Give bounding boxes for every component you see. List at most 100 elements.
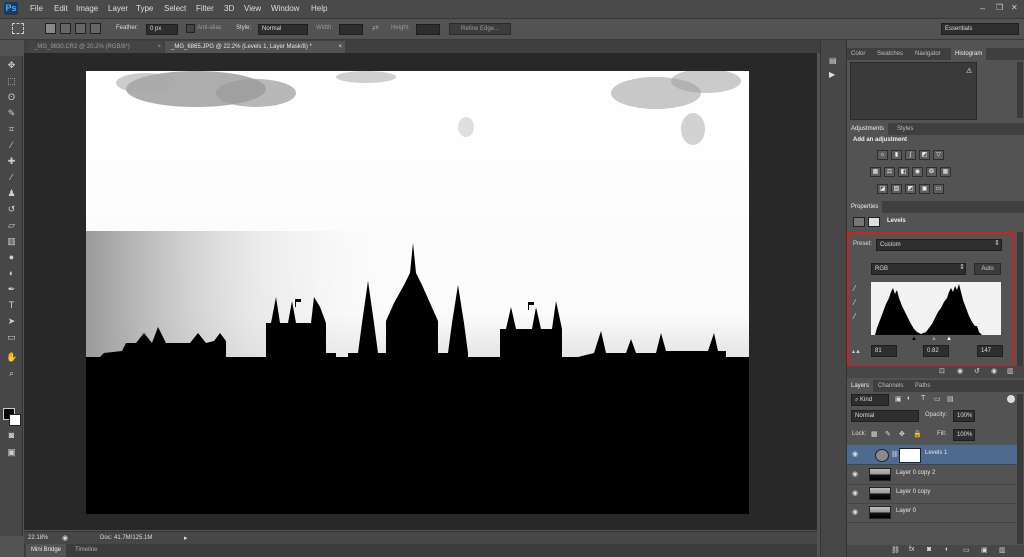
photo-filter-icon[interactable]: ◉ — [912, 167, 923, 177]
path-select-tool-icon[interactable]: ➤ — [6, 316, 17, 327]
selective-color-icon[interactable]: ▣ — [919, 184, 930, 194]
quick-select-tool-icon[interactable]: ✎ — [6, 108, 17, 119]
layers-scrollbar[interactable] — [1017, 394, 1023, 544]
filter-type-icon[interactable]: T — [921, 395, 925, 402]
menu-view[interactable]: View — [244, 4, 261, 13]
black-input-slider-icon[interactable]: ▲ — [911, 336, 917, 342]
tab-adjustments[interactable]: Adjustments — [847, 123, 889, 135]
lock-all-icon[interactable]: 🔒 — [913, 430, 922, 438]
tab-close-icon[interactable]: × — [338, 41, 342, 53]
layer-row-levels-1[interactable]: ◉ ⛓ Levels 1 — [847, 445, 1017, 465]
hand-tool-icon[interactable]: ✋ — [6, 352, 17, 363]
reset-icon[interactable]: ↺ — [974, 367, 980, 375]
gray-point-eyedropper-icon[interactable]: ⁄ — [854, 298, 855, 307]
height-input[interactable] — [416, 24, 440, 35]
blend-mode-select[interactable]: Normal — [851, 410, 919, 422]
auto-button[interactable]: Auto — [974, 263, 1001, 275]
add-selection-icon[interactable] — [60, 23, 71, 34]
color-balance-icon[interactable]: ⚖ — [884, 167, 895, 177]
marquee-tool-icon[interactable]: ⬚ — [6, 76, 17, 87]
white-input-slider-icon[interactable]: ▲ — [946, 336, 952, 342]
width-input[interactable] — [339, 24, 363, 35]
opacity-input[interactable]: 100% — [953, 410, 975, 422]
crop-tool-icon[interactable]: ⌗ — [6, 124, 17, 135]
delete-layer-icon[interactable]: ▥ — [999, 546, 1006, 554]
filter-shape-icon[interactable]: ▭ — [934, 395, 941, 403]
posterize-icon[interactable]: ▨ — [891, 184, 902, 194]
minimize-icon[interactable]: – — [980, 3, 985, 13]
menu-select[interactable]: Select — [164, 4, 186, 13]
tab-timeline[interactable]: Timeline — [70, 544, 102, 557]
brush-tool-icon[interactable]: ∕ — [6, 172, 17, 183]
tab-color[interactable]: Color — [847, 48, 869, 60]
filter-toggle-icon[interactable] — [1007, 395, 1015, 403]
eraser-tool-icon[interactable]: ▱ — [6, 220, 17, 231]
lock-pixels-icon[interactable]: ✎ — [885, 430, 891, 438]
rect-marquee-icon[interactable] — [12, 23, 24, 34]
menu-filter[interactable]: Filter — [196, 4, 214, 13]
tab-styles[interactable]: Styles — [893, 123, 917, 135]
tab-mg-9830[interactable]: _MG_9830.CR2 @ 20.2% (RGB/8*) × — [28, 41, 164, 53]
workspace-select[interactable]: Essentials — [941, 23, 1019, 35]
vibrance-icon[interactable]: ▽ — [933, 150, 944, 160]
style-select[interactable]: Normal — [258, 24, 308, 35]
move-tool-icon[interactable]: ✥ — [6, 60, 17, 71]
tab-layers[interactable]: Layers — [847, 380, 874, 392]
color-lookup-icon[interactable]: ▦ — [940, 167, 951, 177]
link-icon[interactable]: ⛓ — [891, 451, 899, 458]
status-info-icon[interactable]: ◉ — [62, 534, 68, 542]
shape-tool-icon[interactable]: ▭ — [6, 332, 17, 343]
layer-mask-thumb[interactable] — [899, 448, 921, 463]
tab-channels[interactable]: Channels — [874, 380, 907, 392]
tab-mini-bridge[interactable]: Mini Bridge — [26, 544, 67, 557]
clone-stamp-tool-icon[interactable]: ♟ — [6, 188, 17, 199]
screen-mode-icon[interactable]: ▣ — [6, 447, 17, 458]
visibility-eye-icon[interactable]: ◉ — [852, 470, 858, 478]
new-selection-icon[interactable] — [45, 23, 56, 34]
calculate-histogram-icon[interactable]: ▴▲ — [852, 348, 861, 355]
mask-icon[interactable] — [868, 217, 880, 227]
zoom-level[interactable]: 22.18% — [28, 535, 48, 541]
black-point-eyedropper-icon[interactable]: ⁄ — [854, 284, 855, 293]
input-gamma-field[interactable]: 0.82 — [923, 345, 949, 357]
menu-window[interactable]: Window — [271, 4, 299, 13]
gradient-map-icon[interactable]: ▭ — [933, 184, 944, 194]
history-brush-tool-icon[interactable]: ↺ — [6, 204, 17, 215]
document-image[interactable] — [86, 69, 749, 514]
link-layers-icon[interactable]: ⛓ — [891, 546, 900, 554]
menu-type[interactable]: Type — [136, 4, 153, 13]
invert-icon[interactable]: ◪ — [877, 184, 888, 194]
warning-icon[interactable]: ⚠ — [966, 67, 972, 75]
layer-row-layer-0-copy[interactable]: ◉ Layer 0 copy — [847, 484, 1017, 504]
exposure-icon[interactable]: ◩ — [919, 150, 930, 160]
intersect-selection-icon[interactable] — [90, 23, 101, 34]
curves-icon[interactable]: ∫ — [905, 150, 916, 160]
clip-to-layer-icon[interactable]: ⊡ — [939, 367, 945, 375]
gamma-input-slider-icon[interactable]: ▲ — [931, 336, 937, 342]
layer-row-layer-0[interactable]: ◉ Layer 0 — [847, 503, 1017, 523]
add-mask-icon[interactable]: ◙ — [927, 546, 931, 553]
quick-mask-icon[interactable]: ◙ — [6, 430, 17, 441]
menu-image[interactable]: Image — [76, 4, 98, 13]
histogram-scrollbar[interactable] — [1017, 62, 1023, 118]
maximize-icon[interactable]: ❐ — [996, 3, 1003, 12]
lasso-tool-icon[interactable]: ʘ — [6, 92, 17, 103]
status-arrow-icon[interactable]: ▸ — [184, 534, 188, 542]
menu-file[interactable]: File — [30, 4, 43, 13]
new-adjustment-icon[interactable]: ◐ — [945, 546, 949, 553]
actions-panel-icon[interactable]: ▶ — [829, 70, 835, 79]
visibility-eye-icon[interactable]: ◉ — [852, 489, 858, 497]
white-point-eyedropper-icon[interactable]: ⁄ — [854, 312, 855, 321]
close-icon[interactable]: ✕ — [1011, 3, 1018, 12]
input-white-field[interactable]: 147 — [977, 345, 1003, 357]
blur-tool-icon[interactable]: ● — [6, 252, 17, 263]
refine-edge-button[interactable]: Refine Edge... — [449, 23, 511, 35]
layer-filter-select[interactable]: ⌕ Kind — [851, 394, 889, 406]
visibility-eye-icon[interactable]: ◉ — [852, 450, 858, 458]
tab-properties[interactable]: Properties — [847, 201, 883, 213]
input-black-field[interactable]: 81 — [871, 345, 897, 357]
new-layer-icon[interactable]: ▣ — [981, 546, 988, 554]
tab-histogram[interactable]: Histogram — [951, 48, 987, 60]
levels-icon[interactable]: ▮ — [891, 150, 902, 160]
lock-transparency-icon[interactable]: ▦ — [871, 430, 878, 438]
